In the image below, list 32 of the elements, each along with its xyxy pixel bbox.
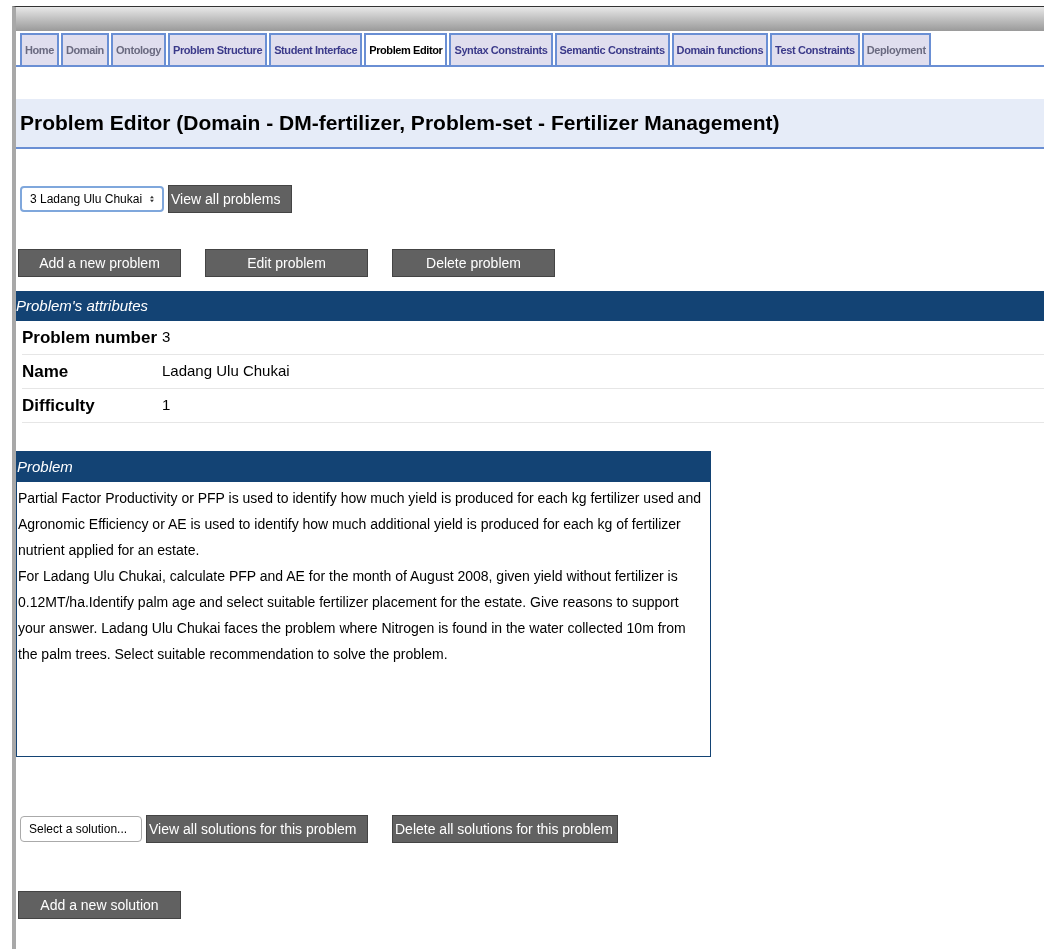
tab[interactable]: Deployment xyxy=(861,33,931,65)
dropdown-field[interactable]: 3 Ladang Ulu Chukai xyxy=(20,186,164,212)
dropdown-field[interactable]: Select a solution... xyxy=(20,816,142,842)
updown-arrows-icon xyxy=(150,194,154,204)
tab[interactable]: Home xyxy=(20,33,59,65)
section-header: Problem xyxy=(17,452,710,482)
action-button[interactable]: Add a new solution xyxy=(18,891,181,919)
problem-text: Partial Factor Productivity or PFP is used to identify how much yield is produced for each kg fertilizer used and Agronomic Efficiency or AE is used to identify how much additional yield is produced for each kg of fertilizer nutrient applied for an estate. xyxy=(18,489,702,560)
action-button[interactable]: Delete all solutions for this problem xyxy=(392,815,618,843)
tab[interactable]: Ontology xyxy=(110,33,166,65)
attribute-label: Problem number xyxy=(22,326,159,349)
attribute-value: 3 xyxy=(162,327,171,348)
tab[interactable]: Domain xyxy=(60,33,109,65)
tab[interactable]: Semantic Constraints xyxy=(554,33,670,65)
page-title: Problem Editor (Domain - DM-fertilizer, Problem-set - Fertilizer Management) xyxy=(20,110,780,137)
tab[interactable]: Problem Structure xyxy=(168,33,268,65)
section-header: Problem's attributes xyxy=(16,291,1044,321)
problem-text: For Ladang Ulu Chukai, calculate PFP and AE for the month of August 2008, given yield without fertilizer is 0.12MT/ha.Identify palm age and select suitable fertilizer placement for the estate. Give reasons to support your answer. Ladang Ulu Chukai faces the problem where Nitrogen is found in the water collected 10m from the palm trees. Select suitable recommendation to solve the problem. xyxy=(18,567,687,664)
action-button[interactable]: Edit problem xyxy=(205,249,368,277)
tab[interactable]: Student Interface xyxy=(269,33,363,65)
tab[interactable]: Domain functions xyxy=(671,33,769,65)
action-button[interactable]: Add a new problem xyxy=(18,249,181,277)
tab[interactable]: Problem Editor xyxy=(364,33,448,65)
tab[interactable]: Syntax Constraints xyxy=(449,33,553,65)
tab[interactable]: Test Constraints xyxy=(770,33,860,65)
attribute-label: Name xyxy=(22,360,70,383)
attribute-value: 1 xyxy=(162,395,171,416)
action-button[interactable]: Delete problem xyxy=(392,249,555,277)
attribute-label: Difficulty xyxy=(22,394,96,417)
action-button[interactable]: View all problems xyxy=(168,185,292,213)
action-button[interactable]: View all solutions for this problem xyxy=(146,815,368,843)
attribute-value: Ladang Ulu Chukai xyxy=(162,361,290,382)
